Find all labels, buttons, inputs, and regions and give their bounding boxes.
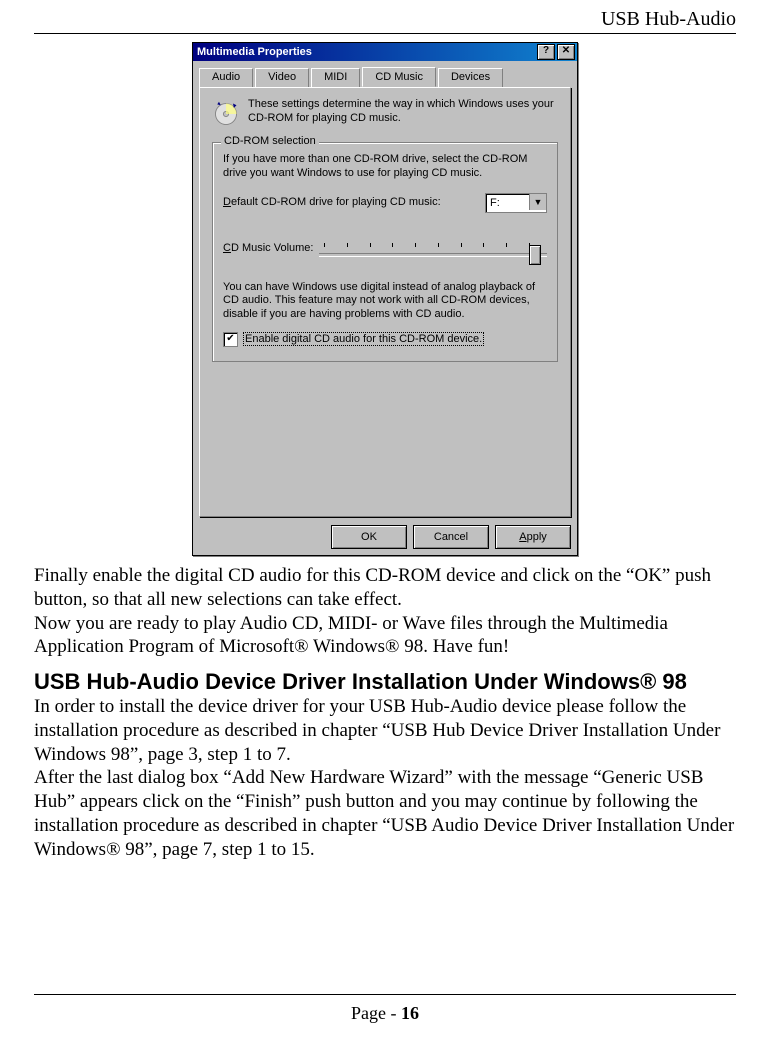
paragraph-2: Now you are ready to play Audio CD, MIDI… — [34, 612, 736, 660]
ok-button[interactable]: OK — [331, 525, 407, 549]
paragraph-1: Finally enable the digital CD audio for … — [34, 564, 736, 612]
apply-button[interactable]: Apply — [495, 525, 571, 549]
paragraph-3: In order to install the device driver fo… — [34, 695, 736, 766]
cancel-button[interactable]: Cancel — [413, 525, 489, 549]
footer-label: Page - — [351, 1003, 401, 1023]
digital-text: You can have Windows use digital instead… — [223, 281, 547, 322]
close-button[interactable]: ✕ — [557, 44, 575, 60]
header-rule — [34, 33, 736, 34]
tab-cd-music[interactable]: CD Music — [362, 67, 436, 87]
paragraph-4: After the last dialog box “Add New Hardw… — [34, 766, 736, 861]
chevron-down-icon[interactable]: ▼ — [529, 194, 546, 210]
digital-checkbox-label: Enable digital CD audio for this CD-ROM … — [244, 333, 483, 345]
page-footer: Page - 16 — [34, 994, 736, 1024]
digital-checkbox[interactable]: ✔ — [223, 332, 238, 347]
volume-slider[interactable] — [319, 239, 547, 259]
help-button[interactable]: ? — [537, 44, 555, 60]
default-drive-combo[interactable]: F: ▼ — [485, 193, 547, 213]
page-number: 16 — [401, 1003, 419, 1023]
dialog-titlebar: Multimedia Properties ? ✕ — [193, 43, 577, 61]
tab-bar: Audio Video MIDI CD Music Devices — [193, 61, 577, 87]
default-drive-label: Default CD-ROM drive for playing CD musi… — [223, 196, 479, 210]
tab-audio[interactable]: Audio — [199, 68, 253, 88]
multimedia-dialog: Multimedia Properties ? ✕ Audio Video MI… — [192, 42, 578, 556]
group-intro: If you have more than one CD-ROM drive, … — [223, 153, 547, 181]
footer-rule — [34, 994, 736, 995]
dialog-button-row: OK Cancel Apply — [193, 523, 577, 555]
dialog-figure: Multimedia Properties ? ✕ Audio Video MI… — [34, 42, 736, 556]
slider-thumb[interactable] — [529, 245, 541, 265]
tab-devices[interactable]: Devices — [438, 68, 503, 88]
cd-icon — [212, 100, 240, 128]
tab-panel: These settings determine the way in whic… — [199, 87, 571, 517]
cdrom-selection-group: CD-ROM selection If you have more than o… — [212, 142, 558, 362]
volume-label: CD Music Volume: — [223, 242, 313, 256]
tab-midi[interactable]: MIDI — [311, 68, 360, 88]
default-drive-value: F: — [490, 197, 500, 209]
tab-video[interactable]: Video — [255, 68, 309, 88]
dialog-description: These settings determine the way in whic… — [248, 98, 558, 126]
section-heading: USB Hub-Audio Device Driver Installation… — [34, 669, 736, 695]
group-legend: CD-ROM selection — [221, 135, 319, 147]
dialog-title: Multimedia Properties — [197, 46, 535, 58]
doc-header: USB Hub-Audio — [34, 8, 736, 33]
